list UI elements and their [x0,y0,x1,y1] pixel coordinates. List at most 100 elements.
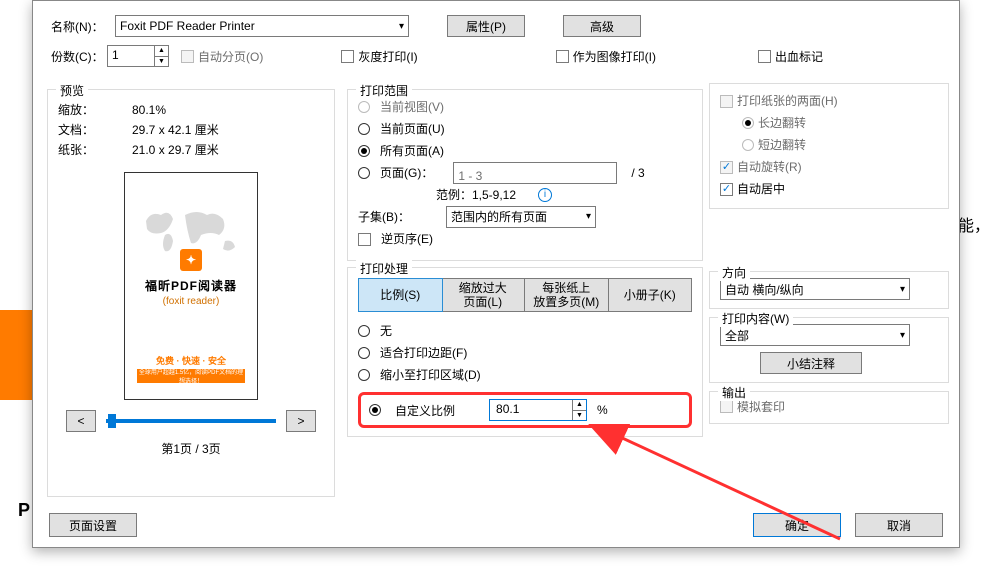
reverse-checkbox[interactable] [358,233,371,246]
prev-page-button[interactable]: < [66,410,96,432]
range-title: 打印范围 [356,82,412,99]
page-indicator: 第1页 / 3页 [58,440,324,457]
collate-checkbox [181,50,194,63]
page-setup-button[interactable]: 页面设置 [49,513,137,537]
ok-button[interactable]: 确定 [753,513,841,537]
tab-nup[interactable]: 每张纸上 放置多页(M) [525,279,609,311]
advanced-button[interactable]: 高级 [563,15,641,37]
bg-text: 能， [958,212,990,236]
copies-value: 1 [108,46,154,66]
pages-label: 页面(G)： [380,162,433,184]
doc-label: 文档： [58,120,132,140]
orientation-select[interactable]: 自动 横向/纵向 ▾ [720,278,910,300]
scale-shrink-radio[interactable] [358,369,370,381]
current-page-radio[interactable] [358,123,370,135]
autorotate-label: 自动旋转(R) [737,156,802,178]
name-label: 名称(N)： [51,18,107,35]
page-slider[interactable] [106,419,276,423]
preview-brand-en: (foxit reader) [163,296,220,307]
pages-total: / 3 [631,162,644,184]
content-select[interactable]: 全部 ▾ [720,324,910,346]
bleed-label: 出血标记 [775,48,823,65]
current-page-label: 当前页面(U) [380,118,445,140]
all-pages-label: 所有页面(A) [380,140,444,162]
cancel-button[interactable]: 取消 [855,513,943,537]
printer-select[interactable]: Foxit PDF Reader Printer ▾ [115,15,409,37]
collate-label: 自动分页(O) [198,48,263,65]
grayscale-checkbox[interactable] [341,50,354,63]
short-edge-label: 短边翻转 [758,134,806,156]
doc-value: 29.7 x 42.1 厘米 [132,120,219,140]
long-edge-radio [742,117,754,129]
content-value: 全部 [725,327,749,344]
example-label: 范例：1,5-9,12 [436,184,516,206]
tab-booklet[interactable]: 小册子(K) [609,279,692,311]
preview-title: 预览 [56,82,88,99]
spin-up-icon[interactable]: ▲ [154,46,168,57]
scale-shrink-label: 缩小至打印区域(D) [380,364,481,386]
tab-tile[interactable]: 缩放过大 页面(L) [442,279,526,311]
chevron-down-icon: ▾ [586,206,591,228]
orientation-title: 方向 [718,264,750,281]
autocenter-label: 自动居中 [737,178,785,200]
percent-label: % [597,403,608,417]
zoom-value: 80.1% [132,100,166,120]
printer-select-value: Foxit PDF Reader Printer [120,19,255,33]
scale-fit-radio[interactable] [358,347,370,359]
handling-tabs: 比例(S) 缩放过大 页面(L) 每张纸上 放置多页(M) 小册子(K) [358,278,692,312]
duplex-label: 打印纸张的两面(H) [737,90,838,112]
orientation-value: 自动 横向/纵向 [725,281,804,298]
summarize-comments-button[interactable]: 小结注释 [760,352,862,374]
current-view-label: 当前视图(V) [380,96,444,118]
pages-input[interactable]: 1 - 3 [453,162,617,184]
custom-scale-highlight: 自定义比例 80.1 ▲ ▼ % [358,392,692,428]
as-image-label: 作为图像打印(I) [573,48,656,65]
chevron-down-icon: ▾ [900,330,905,341]
simulate-checkbox [720,400,733,413]
print-dialog: 名称(N)： Foxit PDF Reader Printer ▾ 属性(P) … [32,0,960,548]
content-title: 打印内容(W) [718,310,793,327]
chevron-down-icon: ▾ [900,284,905,295]
spin-down-icon[interactable]: ▼ [154,57,168,67]
handling-title: 打印处理 [356,260,412,277]
subset-label: 子集(B)： [358,206,414,228]
long-edge-label: 长边翻转 [758,112,806,134]
scale-custom-radio[interactable] [369,404,381,416]
pages-radio[interactable] [358,167,370,179]
preview-brand: 福昕PDF阅读器 [145,277,237,294]
properties-button[interactable]: 属性(P) [447,15,525,37]
autorotate-checkbox [720,161,733,174]
all-pages-radio[interactable] [358,145,370,157]
help-icon[interactable]: i [538,188,552,202]
scale-none-radio[interactable] [358,325,370,337]
copies-label: 份数(C)： [51,48,107,65]
spin-down-icon[interactable]: ▼ [572,411,586,421]
autocenter-checkbox[interactable] [720,183,733,196]
bg-text-p: P [18,500,30,521]
custom-scale-value: 80.1 [490,400,572,420]
output-title: 输出 [718,384,750,401]
scale-fit-label: 适合打印边距(F) [380,342,467,364]
next-page-button[interactable]: > [286,410,316,432]
zoom-label: 缩放： [58,100,132,120]
tab-scale[interactable]: 比例(S) [358,278,443,312]
copies-spinner[interactable]: 1 ▲ ▼ [107,45,169,67]
reverse-label: 逆页序(E) [381,228,433,250]
spin-up-icon[interactable]: ▲ [572,400,586,411]
subset-value: 范围内的所有页面 [451,206,547,228]
chevron-down-icon: ▾ [399,21,404,32]
current-view-radio [358,101,370,113]
as-image-checkbox[interactable] [556,50,569,63]
preview-bar: 全球用户超越1.5亿，阅读PDF文档的理想选择！ [137,369,245,383]
short-edge-radio [742,139,754,151]
paper-label: 纸张： [58,140,132,160]
scale-none-label: 无 [380,320,392,342]
grayscale-label: 灰度打印(I) [358,48,417,65]
custom-scale-input[interactable]: 80.1 ▲ ▼ [489,399,587,421]
preview-page: ✦ 福昕PDF阅读器 (foxit reader) 免费 · 快速 · 安全 全… [124,172,258,400]
bleed-checkbox[interactable] [758,50,771,63]
foxit-logo-icon: ✦ [180,249,202,271]
subset-select[interactable]: 范围内的所有页面 ▾ [446,206,596,228]
scale-custom-label: 自定义比例 [395,402,455,419]
preview-tagline: 免费 · 快速 · 安全 [137,354,245,367]
